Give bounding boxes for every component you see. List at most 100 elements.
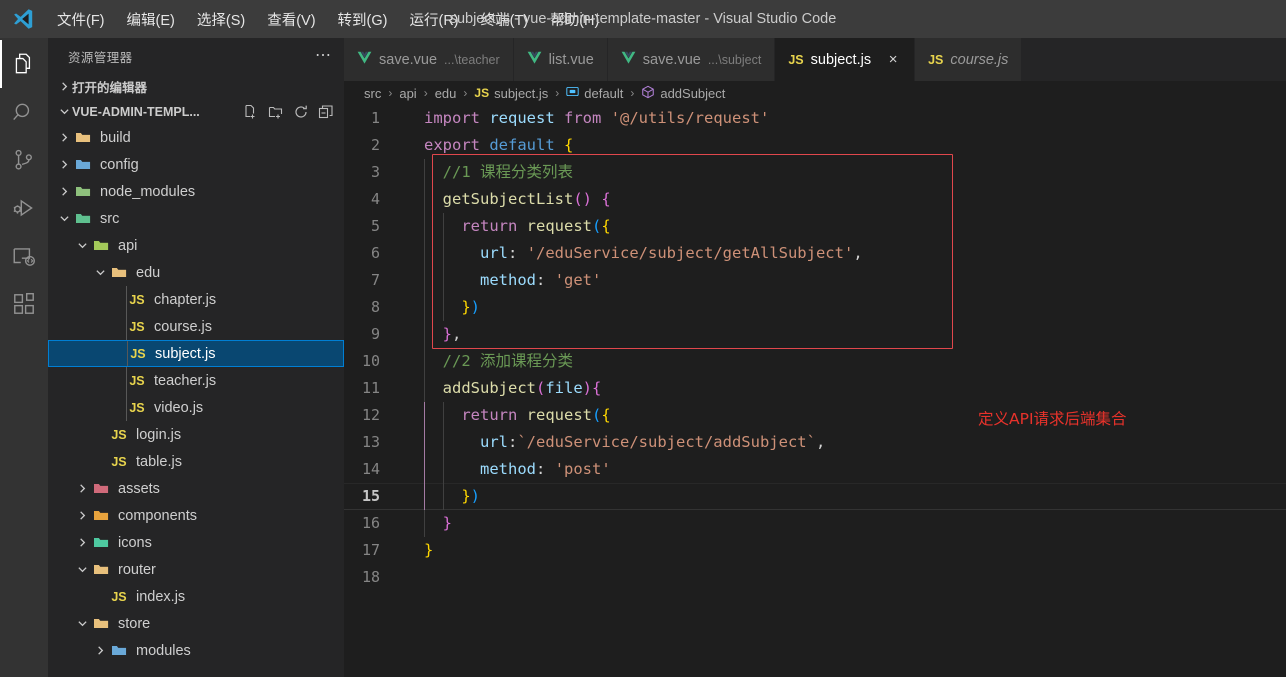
activity-extensions[interactable] [0,280,48,328]
tree-item-src[interactable]: src [48,205,344,232]
tab-save-vue-teacher[interactable]: save.vue ...\teacher [344,38,514,81]
breadcrumb[interactable]: src › api › edu › JS subject.js › default › addSubj… [344,81,1286,105]
breadcrumb-item-api[interactable]: api [399,86,416,101]
new-folder-icon[interactable] [268,104,284,120]
line-text: //1 课程分类列表 [402,159,1286,186]
indent-guide [424,483,425,510]
activity-search[interactable] [0,88,48,136]
collapse-all-icon[interactable] [318,104,334,120]
menu-view[interactable]: 查看(V) [256,6,326,33]
tree-item-label: video.js [154,399,204,416]
chevron-right-icon [56,184,72,200]
tree-item-api[interactable]: api [48,232,344,259]
menu-bar[interactable]: 文件(F) 编辑(E) 选择(S) 查看(V) 转到(G) 运行(R) 终端(T… [46,6,610,33]
tree-item-label: edu [136,264,161,281]
tree-item-table-js[interactable]: JS table.js [48,448,344,475]
indent-guide [424,186,425,213]
breadcrumb-item-src[interactable]: src [364,86,381,101]
tree-item-config[interactable]: config [48,151,344,178]
line-number: 14 [361,460,380,478]
tree-item-label: index.js [136,588,186,605]
tree-item-index-js[interactable]: JS index.js [48,583,344,610]
tree-item-subject-js[interactable]: JS subject.js [48,340,344,367]
tree-item-label: store [118,615,151,632]
tab-list-vue[interactable]: list.vue [513,38,608,81]
code-line-14[interactable]: 14 method: 'post' [344,456,1286,483]
menu-help[interactable]: 帮助(H) [539,6,610,33]
tree-item-label: components [118,507,197,524]
js-file-icon: JS [111,589,127,604]
activity-remote[interactable] [0,232,48,280]
tree-item-edu[interactable]: edu [48,259,344,286]
open-editors-section[interactable]: 打开的编辑器 [48,74,344,99]
tab-bar[interactable]: save.vue ...\teacher list.vue save.vue ...\s… [344,38,1286,81]
code-line-10[interactable]: 10 //2 添加课程分类 [344,348,1286,375]
breadcrumb-item-subject-js[interactable]: JS subject.js [474,86,548,101]
explorer-header: 资源管理器 ⋯ [48,38,344,74]
tab-subject-js[interactable]: JS subject.js × [775,38,916,81]
breadcrumb-label: addSubject [660,85,726,101]
code-line-12[interactable]: 12 return request({ [344,402,1286,429]
file-tree[interactable]: build config node_modules src api edu JS chapte… [48,124,344,677]
tree-item-modules[interactable]: modules [48,637,344,664]
code-content[interactable]: 1 import request from '@/utils/request' 2 e… [344,105,1286,591]
menu-file[interactable]: 文件(F) [46,6,116,33]
activity-source-control[interactable] [0,136,48,184]
line-number: 1 [370,109,380,127]
folder-icon [90,615,112,633]
menu-select[interactable]: 选择(S) [186,6,256,33]
breadcrumb-item-default[interactable]: default [566,85,623,101]
code-line-1[interactable]: 1 import request from '@/utils/request' [344,105,1286,132]
code-line-2[interactable]: 2 export default { [344,132,1286,159]
menu-terminal[interactable]: 终端(T) [470,6,540,33]
code-line-3[interactable]: 3 //1 课程分类列表 [344,159,1286,186]
tree-item-chapter-js[interactable]: JS chapter.js [48,286,344,313]
code-line-8[interactable]: 8 }) [344,294,1286,321]
tab-course-js[interactable]: JS course.js [915,38,1023,81]
tab-save-vue-subject[interactable]: save.vue ...\subject [607,38,776,81]
menu-run[interactable]: 运行(R) [398,6,469,33]
code-line-9[interactable]: 9 }, [344,321,1286,348]
indent-guide [424,294,425,321]
menu-edit[interactable]: 编辑(E) [116,6,186,33]
new-file-icon[interactable] [243,104,259,120]
line-text: export default { [424,136,574,154]
tree-item-components[interactable]: components [48,502,344,529]
code-line-17[interactable]: 17} [344,537,1286,564]
close-icon[interactable]: × [885,52,901,67]
tree-item-build[interactable]: build [48,124,344,151]
activity-explorer[interactable] [0,40,48,88]
tree-item-login-js[interactable]: JS login.js [48,421,344,448]
tree-item-video-js[interactable]: JS video.js [48,394,344,421]
js-file-icon: JS [111,454,127,469]
tree-item-course-js[interactable]: JS course.js [48,313,344,340]
code-line-13[interactable]: 13 url:`/eduService/subject/addSubject`, [344,429,1286,456]
menu-go[interactable]: 转到(G) [327,6,399,33]
tree-item-store[interactable]: store [48,610,344,637]
indent-guide [127,341,128,366]
breadcrumb-item-edu[interactable]: edu [435,86,457,101]
code-editor[interactable]: 1 import request from '@/utils/request' 2 e… [344,105,1286,677]
ellipsis-icon[interactable]: ⋯ [315,48,332,64]
code-line-15[interactable]: 15 }) [344,483,1286,510]
line-text: } [402,510,1286,537]
code-line-16[interactable]: 16 } [344,510,1286,537]
tree-item-node-modules[interactable]: node_modules [48,178,344,205]
chevron-down-icon [56,211,72,227]
refresh-icon[interactable] [293,104,309,120]
code-line-11[interactable]: 11 addSubject(file){ [344,375,1286,402]
chevron-right-icon [74,481,90,497]
activity-bar [0,38,48,677]
code-line-7[interactable]: 7 method: 'get' [344,267,1286,294]
tree-item-router[interactable]: router [48,556,344,583]
breadcrumb-item-addsubject[interactable]: addSubject [641,85,725,102]
code-line-4[interactable]: 4 getSubjectList() { [344,186,1286,213]
code-line-18[interactable]: 18 [344,564,1286,591]
project-root-row[interactable]: VUE-ADMIN-TEMPL... [48,99,344,124]
tree-item-assets[interactable]: assets [48,475,344,502]
tree-item-teacher-js[interactable]: JS teacher.js [48,367,344,394]
code-line-6[interactable]: 6 url: '/eduService/subject/getAllSubjec… [344,240,1286,267]
activity-run-debug[interactable] [0,184,48,232]
tree-item-icons[interactable]: icons [48,529,344,556]
code-line-5[interactable]: 5 return request({ [344,213,1286,240]
